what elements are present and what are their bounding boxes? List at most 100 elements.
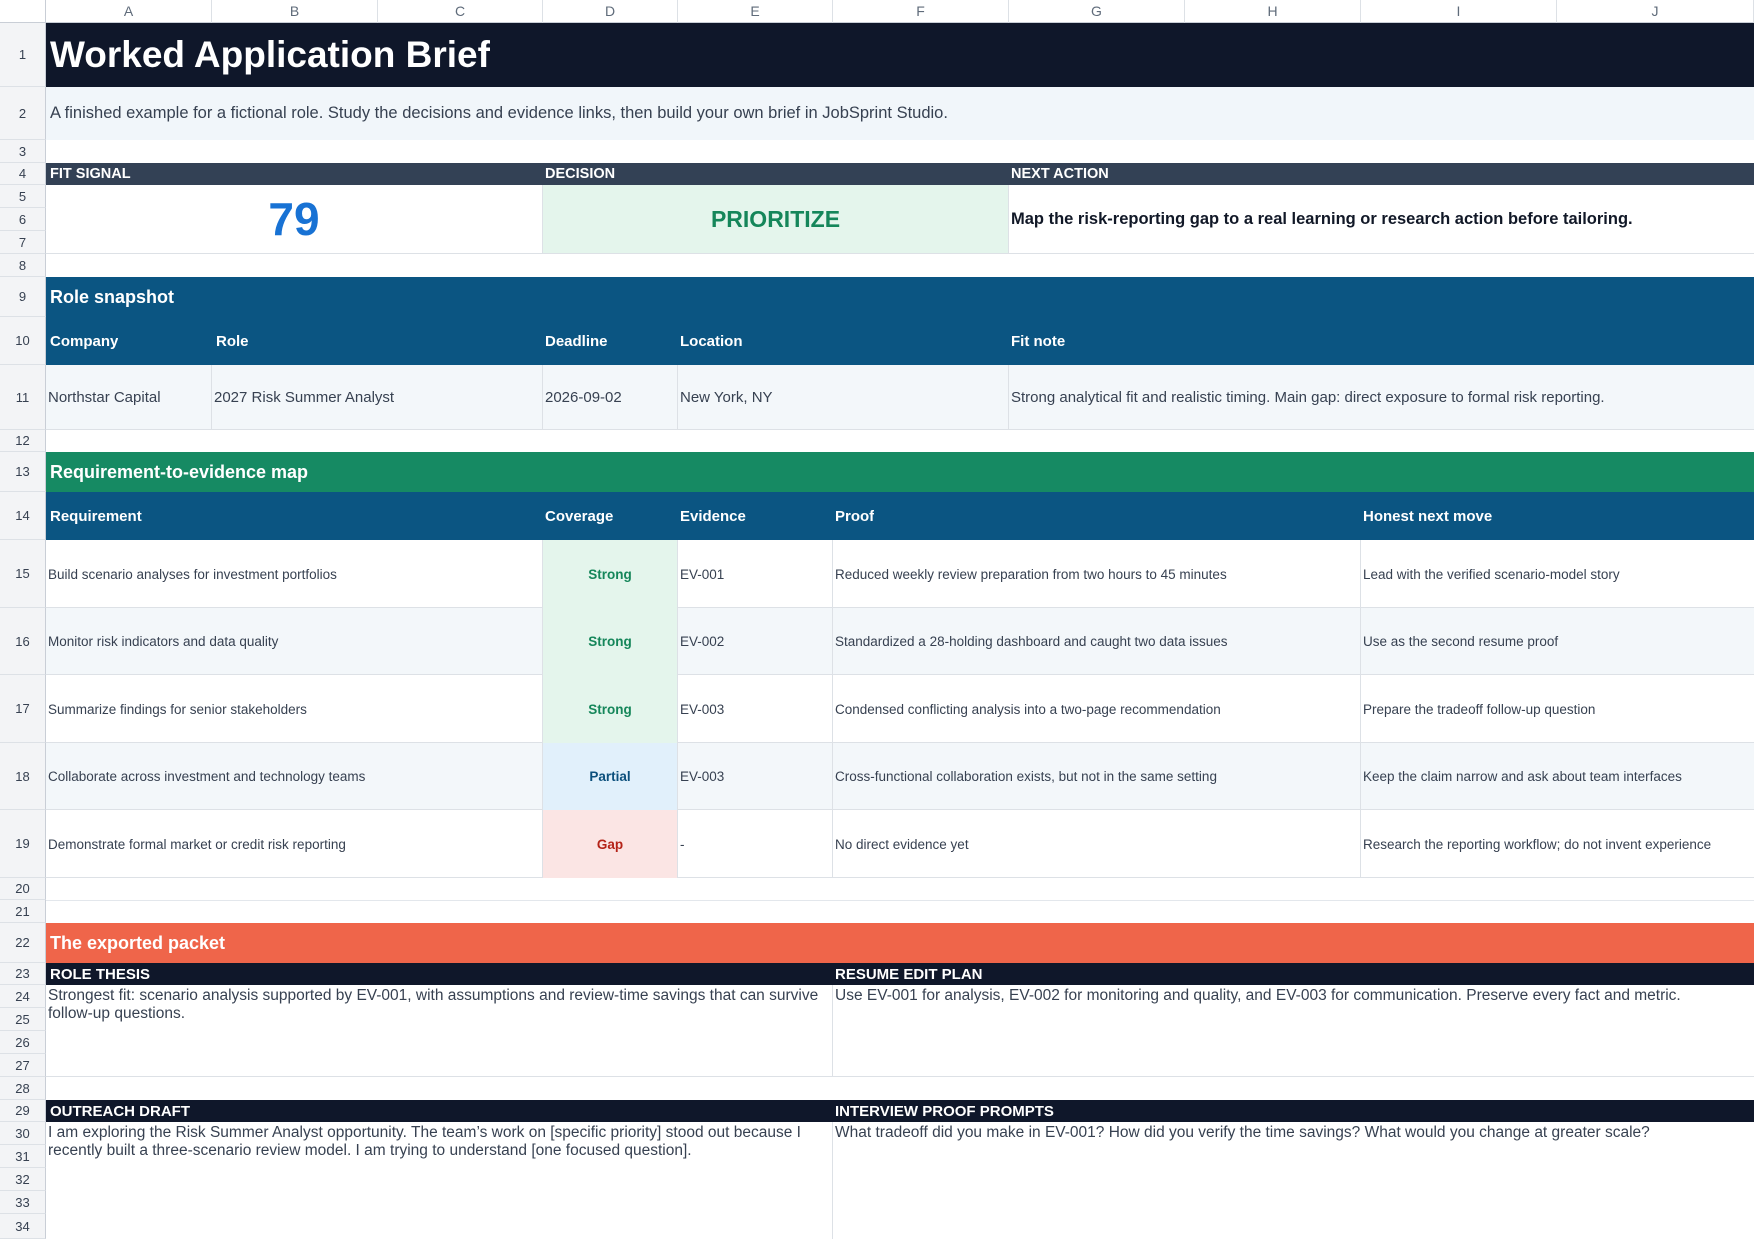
interview-prompts-text[interactable]: What tradeoff did you make in EV-001? Ho…	[833, 1122, 1754, 1239]
row-header-10[interactable]: 10	[0, 317, 46, 365]
coverage-cell[interactable]: Gap	[543, 810, 678, 878]
row-header-5[interactable]: 5	[0, 185, 46, 208]
row-header-11[interactable]: 11	[0, 365, 46, 430]
row-header-24[interactable]: 24	[0, 985, 46, 1008]
role-snapshot-heading[interactable]: Role snapshot	[48, 277, 174, 317]
next-action-cell[interactable]: Map the risk-reporting gap to a real lea…	[1009, 185, 1754, 254]
snapshot-header-deadline[interactable]: Deadline	[543, 317, 608, 365]
row-header-30[interactable]: 30	[0, 1122, 46, 1145]
row-header-25[interactable]: 25	[0, 1008, 46, 1031]
next-action-label[interactable]: NEXT ACTION	[1009, 163, 1109, 185]
column-header-i[interactable]: I	[1361, 0, 1557, 23]
packet-heading[interactable]: The exported packet	[48, 923, 225, 963]
resume-edit-plan-text[interactable]: Use EV-001 for analysis, EV-002 for moni…	[833, 985, 1754, 1077]
row-header-26[interactable]: 26	[0, 1031, 46, 1054]
role-thesis-label[interactable]: ROLE THESIS	[48, 963, 150, 985]
row-header-22[interactable]: 22	[0, 923, 46, 963]
row-header-9[interactable]: 9	[0, 277, 46, 317]
row-header-7[interactable]: 7	[0, 231, 46, 254]
proof-cell[interactable]: Standardized a 28-holding dashboard and …	[833, 608, 1361, 675]
snapshot-header-role[interactable]: Role	[214, 317, 249, 365]
row-header-17[interactable]: 17	[0, 675, 46, 743]
next-move-cell[interactable]: Lead with the verified scenario-model st…	[1361, 540, 1754, 608]
row-header-15[interactable]: 15	[0, 540, 46, 608]
row-header-27[interactable]: 27	[0, 1054, 46, 1077]
row-header-31[interactable]: 31	[0, 1145, 46, 1168]
column-header-b[interactable]: B	[212, 0, 378, 23]
coverage-cell[interactable]: Strong	[543, 540, 678, 608]
row-header-2[interactable]: 2	[0, 87, 46, 140]
coverage-cell[interactable]: Partial	[543, 743, 678, 810]
page-title[interactable]: Worked Application Brief	[48, 23, 490, 87]
row-header-6[interactable]: 6	[0, 208, 46, 231]
row-header-8[interactable]: 8	[0, 254, 46, 277]
row-header-29[interactable]: 29	[0, 1100, 46, 1122]
fit-signal-label[interactable]: FIT SIGNAL	[48, 163, 131, 185]
requirement-cell[interactable]: Summarize findings for senior stakeholde…	[46, 675, 543, 743]
snapshot-header-location[interactable]: Location	[678, 317, 743, 365]
evidence-cell[interactable]: -	[678, 810, 833, 878]
row-header-23[interactable]: 23	[0, 963, 46, 985]
row-header-32[interactable]: 32	[0, 1168, 46, 1191]
row-header-12[interactable]: 12	[0, 430, 46, 452]
resume-edit-plan-label[interactable]: RESUME EDIT PLAN	[833, 963, 983, 985]
row-header-16[interactable]: 16	[0, 608, 46, 675]
map-header-coverage[interactable]: Coverage	[543, 492, 613, 540]
column-header-f[interactable]: F	[833, 0, 1009, 23]
row-header-33[interactable]: 33	[0, 1191, 46, 1214]
column-header-j[interactable]: J	[1557, 0, 1754, 23]
decision-cell[interactable]: PRIORITIZE	[543, 185, 1009, 254]
evidence-map-heading[interactable]: Requirement-to-evidence map	[48, 452, 308, 492]
evidence-cell[interactable]: EV-001	[678, 540, 833, 608]
interview-prompts-label[interactable]: INTERVIEW PROOF PROMPTS	[833, 1100, 1054, 1122]
column-header-a[interactable]: A	[46, 0, 212, 23]
map-header-next-move[interactable]: Honest next move	[1361, 492, 1492, 540]
outreach-draft-label[interactable]: OUTREACH DRAFT	[48, 1100, 190, 1122]
evidence-cell[interactable]: EV-002	[678, 608, 833, 675]
row-header-18[interactable]: 18	[0, 743, 46, 810]
requirement-cell[interactable]: Collaborate across investment and techno…	[46, 743, 543, 810]
row-header-1[interactable]: 1	[0, 23, 46, 87]
snapshot-deadline[interactable]: 2026-09-02	[543, 365, 678, 430]
row-header-34[interactable]: 34	[0, 1214, 46, 1239]
coverage-cell[interactable]: Strong	[543, 675, 678, 743]
map-header-requirement[interactable]: Requirement	[48, 492, 142, 540]
column-header-c[interactable]: C	[378, 0, 543, 23]
snapshot-fit-note[interactable]: Strong analytical fit and realistic timi…	[1009, 365, 1754, 430]
snapshot-role[interactable]: 2027 Risk Summer Analyst	[212, 365, 543, 430]
fit-signal-cell[interactable]: 79	[46, 185, 543, 254]
proof-cell[interactable]: Cross-functional collaboration exists, b…	[833, 743, 1361, 810]
evidence-cell[interactable]: EV-003	[678, 675, 833, 743]
snapshot-header-company[interactable]: Company	[48, 317, 118, 365]
column-header-d[interactable]: D	[543, 0, 678, 23]
page-subtitle[interactable]: A finished example for a fictional role.…	[48, 87, 948, 140]
proof-cell[interactable]: Reduced weekly review preparation from t…	[833, 540, 1361, 608]
next-move-cell[interactable]: Use as the second resume proof	[1361, 608, 1754, 675]
row-header-20[interactable]: 20	[0, 878, 46, 900]
row-header-19[interactable]: 19	[0, 810, 46, 878]
next-move-cell[interactable]: Prepare the tradeoff follow-up question	[1361, 675, 1754, 743]
decision-label[interactable]: DECISION	[543, 163, 615, 185]
snapshot-header-fit-note[interactable]: Fit note	[1009, 317, 1065, 365]
row-header-14[interactable]: 14	[0, 492, 46, 540]
snapshot-location[interactable]: New York, NY	[678, 365, 1009, 430]
column-header-e[interactable]: E	[678, 0, 833, 23]
snapshot-company[interactable]: Northstar Capital	[46, 365, 212, 430]
outreach-draft-text[interactable]: I am exploring the Risk Summer Analyst o…	[46, 1122, 833, 1239]
requirement-cell[interactable]: Demonstrate formal market or credit risk…	[46, 810, 543, 878]
row-header-13[interactable]: 13	[0, 452, 46, 492]
column-header-g[interactable]: G	[1009, 0, 1185, 23]
row-header-4[interactable]: 4	[0, 163, 46, 185]
column-header-h[interactable]: H	[1185, 0, 1361, 23]
row-header-28[interactable]: 28	[0, 1077, 46, 1100]
next-move-cell[interactable]: Research the reporting workflow; do not …	[1361, 810, 1754, 878]
coverage-cell[interactable]: Strong	[543, 608, 678, 675]
next-move-cell[interactable]: Keep the claim narrow and ask about team…	[1361, 743, 1754, 810]
proof-cell[interactable]: Condensed conflicting analysis into a tw…	[833, 675, 1361, 743]
proof-cell[interactable]: No direct evidence yet	[833, 810, 1361, 878]
evidence-cell[interactable]: EV-003	[678, 743, 833, 810]
row-header-3[interactable]: 3	[0, 140, 46, 163]
map-header-evidence[interactable]: Evidence	[678, 492, 746, 540]
requirement-cell[interactable]: Monitor risk indicators and data quality	[46, 608, 543, 675]
select-all-corner[interactable]	[0, 0, 46, 23]
